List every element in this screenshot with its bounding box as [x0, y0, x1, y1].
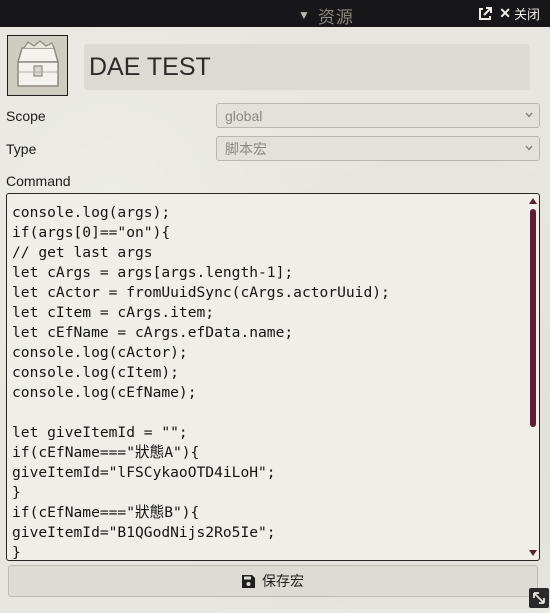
scope-value: global: [225, 107, 263, 124]
scroll-up-icon[interactable]: [529, 198, 537, 204]
code-scrollbar[interactable]: [529, 197, 537, 557]
chevron-down-icon: [525, 145, 533, 151]
save-macro-label: 保存宏: [262, 574, 304, 590]
macro-avatar[interactable]: [7, 35, 68, 96]
scope-label: Scope: [6, 108, 46, 124]
treasure-chest-icon: [11, 39, 64, 92]
close-button[interactable]: ✕ 关闭: [499, 4, 540, 23]
save-icon: [242, 574, 255, 588]
command-code[interactable]: console.log(args); if(args[0]=="on"){ //…: [12, 203, 390, 560]
type-select[interactable]: 脚本宏: [216, 136, 540, 161]
window-header: ▼ 资源 ✕ 关闭: [0, 0, 550, 27]
chevron-down-icon: [525, 112, 533, 118]
close-icon: ✕: [499, 5, 511, 21]
save-macro-button[interactable]: 保存宏: [8, 565, 538, 597]
scope-select[interactable]: global: [216, 103, 540, 128]
type-label: Type: [6, 141, 37, 157]
scroll-down-icon[interactable]: [529, 550, 537, 556]
macro-config-panel: DAE TEST Scope global Type 脚本宏 Command c…: [0, 27, 550, 609]
command-editor[interactable]: console.log(args); if(args[0]=="on"){ //…: [6, 193, 540, 561]
resize-icon: [533, 592, 545, 604]
resize-handle[interactable]: [529, 588, 549, 608]
popout-icon[interactable]: [477, 6, 493, 22]
close-label: 关闭: [513, 8, 540, 23]
header-title-group: ▼ 资源: [298, 5, 354, 28]
macro-name-input[interactable]: DAE TEST: [84, 44, 530, 90]
type-value: 脚本宏: [225, 140, 267, 157]
header-controls: ✕ 关闭: [477, 4, 540, 23]
command-label: Command: [6, 173, 71, 189]
chevron-down-icon[interactable]: ▼: [298, 8, 310, 22]
window-title: 资源: [317, 7, 354, 28]
scrollbar-thumb[interactable]: [530, 209, 536, 427]
